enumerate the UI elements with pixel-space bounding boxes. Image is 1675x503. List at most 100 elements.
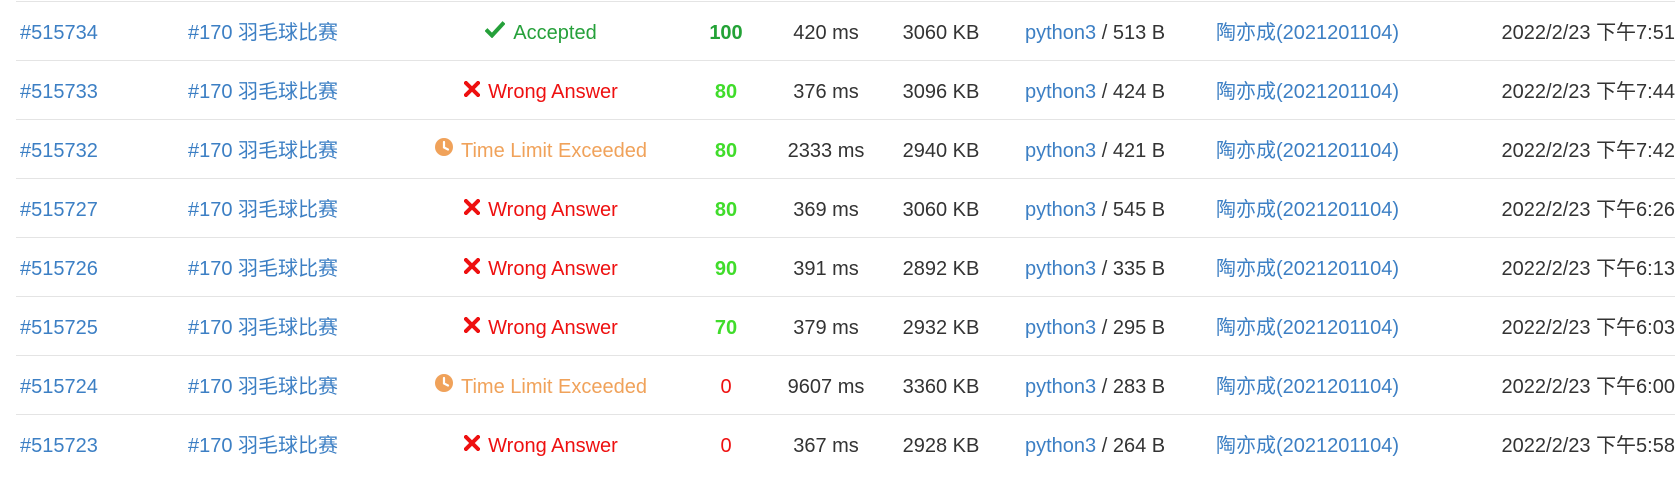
submit-time: 2022/2/23 下午6:03	[1501, 317, 1675, 339]
submit-time: 2022/2/23 下午6:13	[1501, 258, 1675, 280]
submit-time: 2022/2/23 下午7:51	[1501, 22, 1675, 44]
score: 0	[720, 376, 732, 398]
status-cell[interactable]: Wrong Answer	[396, 179, 686, 241]
submission-id-link[interactable]: #515724	[20, 356, 98, 418]
submission-id-link[interactable]: #515733	[20, 61, 98, 123]
user-link[interactable]: 陶亦成(2021201104)	[1216, 356, 1399, 418]
language-link[interactable]: python3	[1025, 140, 1096, 162]
code-size: / 283 B	[1096, 376, 1166, 398]
submit-time: 2022/2/23 下午6:26	[1501, 199, 1675, 221]
code-size: / 421 B	[1096, 140, 1166, 162]
code-size: / 513 B	[1096, 22, 1166, 44]
status-cell[interactable]: Accepted	[396, 2, 686, 64]
language-cell: python3 / 545 B	[1025, 179, 1165, 241]
language-cell: python3 / 335 B	[1025, 238, 1165, 300]
table-row: #515727 #170 羽毛球比赛 Wrong Answer 80 369 ms 306…	[16, 178, 1675, 241]
submission-id-link[interactable]: #515723	[20, 415, 98, 477]
status-cell[interactable]: Wrong Answer	[396, 297, 686, 359]
status-cell[interactable]: Time Limit Exceeded	[396, 356, 686, 418]
memory-usage: 2892 KB	[902, 258, 980, 280]
score: 80	[714, 199, 738, 221]
language-link[interactable]: python3	[1025, 258, 1096, 280]
submission-id-link[interactable]: #515732	[20, 120, 98, 182]
score: 0	[720, 435, 732, 457]
cross-icon	[463, 60, 481, 122]
clock-icon	[435, 355, 453, 417]
problem-link[interactable]: #170 羽毛球比赛	[188, 2, 338, 64]
cross-icon	[463, 296, 481, 358]
table-row: #515725 #170 羽毛球比赛 Wrong Answer 70 379 ms 293…	[16, 296, 1675, 359]
memory-usage: 2932 KB	[902, 317, 980, 339]
code-size: / 295 B	[1096, 317, 1166, 339]
table-row: #515724 #170 羽毛球比赛 Time Limit Exceeded 0 960…	[16, 355, 1675, 418]
run-time: 420 ms	[793, 22, 859, 44]
problem-link[interactable]: #170 羽毛球比赛	[188, 120, 338, 182]
score: 90	[714, 258, 738, 280]
code-size: / 264 B	[1096, 435, 1166, 457]
table-row: #515734 #170 羽毛球比赛 Accepted 100 420 ms 3060 K…	[16, 1, 1675, 64]
code-size: / 335 B	[1096, 258, 1166, 280]
submit-time: 2022/2/23 下午7:42	[1501, 140, 1675, 162]
status-label: Wrong Answer	[488, 258, 618, 280]
run-time: 2333 ms	[787, 140, 865, 162]
language-link[interactable]: python3	[1025, 22, 1096, 44]
status-label: Time Limit Exceeded	[461, 376, 647, 398]
status-cell[interactable]: Wrong Answer	[396, 415, 686, 477]
user-link[interactable]: 陶亦成(2021201104)	[1216, 297, 1399, 359]
language-link[interactable]: python3	[1025, 199, 1096, 221]
memory-usage: 2928 KB	[902, 435, 980, 457]
user-link[interactable]: 陶亦成(2021201104)	[1216, 2, 1399, 64]
status-label: Wrong Answer	[488, 435, 618, 457]
memory-usage: 3060 KB	[902, 22, 980, 44]
status-label: Accepted	[513, 22, 597, 44]
problem-link[interactable]: #170 羽毛球比赛	[188, 179, 338, 241]
user-link[interactable]: 陶亦成(2021201104)	[1216, 179, 1399, 241]
submissions-table: #515734 #170 羽毛球比赛 Accepted 100 420 ms 3060 K…	[0, 0, 1675, 503]
score: 80	[714, 81, 738, 103]
language-link[interactable]: python3	[1025, 81, 1096, 103]
table-row: #515723 #170 羽毛球比赛 Wrong Answer 0 367 ms 2928…	[16, 414, 1675, 477]
check-icon	[484, 1, 506, 63]
memory-usage: 3060 KB	[902, 199, 980, 221]
run-time: 391 ms	[793, 258, 859, 280]
run-time: 379 ms	[793, 317, 859, 339]
user-link[interactable]: 陶亦成(2021201104)	[1216, 61, 1399, 123]
language-cell: python3 / 283 B	[1025, 356, 1165, 418]
status-cell[interactable]: Wrong Answer	[396, 61, 686, 123]
submission-id-link[interactable]: #515734	[20, 2, 98, 64]
problem-link[interactable]: #170 羽毛球比赛	[188, 61, 338, 123]
problem-link[interactable]: #170 羽毛球比赛	[188, 297, 338, 359]
submit-time: 2022/2/23 下午7:44	[1501, 81, 1675, 103]
problem-link[interactable]: #170 羽毛球比赛	[188, 415, 338, 477]
run-time: 367 ms	[793, 435, 859, 457]
run-time: 9607 ms	[787, 376, 865, 398]
user-link[interactable]: 陶亦成(2021201104)	[1216, 238, 1399, 300]
status-label: Wrong Answer	[488, 317, 618, 339]
submission-id-link[interactable]: #515726	[20, 238, 98, 300]
table-row: #515732 #170 羽毛球比赛 Time Limit Exceeded 80 23…	[16, 119, 1675, 182]
user-link[interactable]: 陶亦成(2021201104)	[1216, 120, 1399, 182]
run-time: 376 ms	[793, 81, 859, 103]
submit-time: 2022/2/23 下午5:58	[1501, 435, 1675, 457]
problem-link[interactable]: #170 羽毛球比赛	[188, 356, 338, 418]
code-size: / 545 B	[1096, 199, 1166, 221]
submission-id-link[interactable]: #515725	[20, 297, 98, 359]
score: 80	[714, 140, 738, 162]
cross-icon	[463, 178, 481, 240]
memory-usage: 2940 KB	[902, 140, 980, 162]
language-link[interactable]: python3	[1025, 376, 1096, 398]
code-size: / 424 B	[1096, 81, 1166, 103]
language-link[interactable]: python3	[1025, 435, 1096, 457]
status-cell[interactable]: Time Limit Exceeded	[396, 120, 686, 182]
language-cell: python3 / 421 B	[1025, 120, 1165, 182]
status-cell[interactable]: Wrong Answer	[396, 238, 686, 300]
language-link[interactable]: python3	[1025, 317, 1096, 339]
problem-link[interactable]: #170 羽毛球比赛	[188, 238, 338, 300]
user-link[interactable]: 陶亦成(2021201104)	[1216, 415, 1399, 477]
score: 100	[709, 22, 743, 44]
submission-id-link[interactable]: #515727	[20, 179, 98, 241]
memory-usage: 3096 KB	[902, 81, 980, 103]
score: 70	[714, 317, 738, 339]
language-cell: python3 / 264 B	[1025, 415, 1165, 477]
status-label: Wrong Answer	[488, 199, 618, 221]
